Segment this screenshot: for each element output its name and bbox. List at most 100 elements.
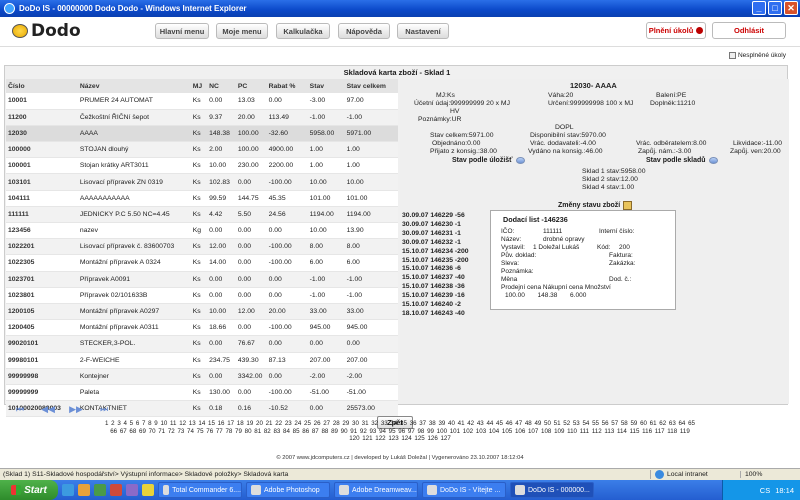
table-cell: -1.00 <box>307 271 345 288</box>
table-row[interactable]: 104111 AAAAAAAAAAA Ks 99.59 144.75 45.35 101.0… <box>6 190 398 207</box>
first-page-button[interactable]: ⏮ <box>13 404 27 414</box>
column-header[interactable]: Rabat % <box>266 79 308 93</box>
zmena-item[interactable]: 30.09.07 146231 -1 <box>402 230 469 239</box>
taskbar-item-photoshop[interactable]: Adobe Photoshop <box>246 482 330 498</box>
start-button[interactable]: Start <box>0 480 58 500</box>
table-row[interactable]: 1022201 Lisovací přípravek č. 83600703 Ks 1… <box>6 238 398 256</box>
table-row[interactable]: 103101 Lisovací přípravek ZN 0319 Ks 102.83… <box>6 173 398 191</box>
unfinished-tasks-link[interactable]: Nesplněné úkoly <box>728 52 786 59</box>
table-cell: -100.00 <box>266 384 308 402</box>
table-cell: 104111 <box>6 190 78 207</box>
detail-likvidace: Likvidace:-11.00 <box>733 140 782 147</box>
table-cell: -100.00 <box>266 319 308 337</box>
last-page-button[interactable]: ⏭ <box>97 404 111 414</box>
zmena-item[interactable]: 15.10.07 146239 -16 <box>402 292 469 301</box>
menu-nastaveni[interactable]: Nastavení <box>397 23 449 39</box>
column-header[interactable]: Stav <box>307 79 345 93</box>
menu-napoveda[interactable]: Nápověda <box>338 23 390 39</box>
zmena-item[interactable]: 30.09.07 146230 -1 <box>402 221 469 230</box>
zmena-item[interactable]: 30.09.07 146229 -56 <box>402 212 469 221</box>
taskbar-item-dodo-vitejte[interactable]: DoDo IS - Vítejte ... <box>422 482 506 498</box>
zmena-item[interactable]: 15.10.07 146238 -36 <box>402 283 469 292</box>
zmena-item[interactable]: 15.10.07 146237 -40 <box>402 274 469 283</box>
explorer-quicklaunch-icon[interactable] <box>78 484 90 496</box>
table-row[interactable]: 10001 PRUMER 24 AUTOMAT Ks 0.00 13.03 0.00 -3.… <box>6 93 398 110</box>
menu-moje[interactable]: Moje menu <box>216 23 268 39</box>
table-row[interactable]: 99999998 Kontejner Ks 0.00 3342.00 0.00 -2.00-… <box>6 368 398 385</box>
table-row[interactable]: 1022305 Montážní přípravek A 0324 Ks 14.00 0… <box>6 254 398 272</box>
column-header[interactable]: Stav celkem <box>344 79 398 93</box>
table-row[interactable]: 123456 nazev Kg 0.00 0.00 0.00 10.00 13.90 <box>6 222 398 240</box>
table-cell: -51.00 <box>307 384 345 402</box>
table-cell: Přípravek 02/101633B <box>77 287 191 304</box>
dl-faktura-label: Faktura: <box>609 252 633 259</box>
zone-indicator: Local intranet <box>650 470 740 479</box>
table-cell: PRUMER 24 AUTOMAT <box>77 93 191 110</box>
ie-quicklaunch-icon[interactable] <box>62 484 74 496</box>
table-row[interactable]: 99020101 STECKER,3-POL. Ks 0.00 76.67 0.00 0.0… <box>6 335 398 353</box>
detail-poznamky: Poznámky:UR <box>418 116 462 123</box>
table-cell: 0.00 <box>235 287 267 304</box>
table-row[interactable]: 100000 STOJAN dlouhý Ks 2.00 100.00 4900.00 1.… <box>6 141 398 159</box>
language-indicator[interactable]: CS <box>760 486 770 495</box>
app-quicklaunch-icon[interactable] <box>142 484 154 496</box>
taskbar-item-dodo-active[interactable]: DoDo IS - 000000... <box>510 482 594 498</box>
zmena-item[interactable]: 15.10.07 146240 -2 <box>402 301 469 310</box>
window-titlebar: DoDo IS - 00000000 Dodo Dodo - Windows I… <box>0 0 800 17</box>
zmeny-header[interactable]: Změny stavu zboží <box>558 201 633 210</box>
table-row[interactable]: 100001 Stojan krátky ART3011 Ks 10.00 230.00… <box>6 157 398 175</box>
zmena-item[interactable]: 15.10.07 146234 -200 <box>402 248 469 257</box>
app-quicklaunch-icon[interactable] <box>126 484 138 496</box>
page-numbers[interactable]: 1 2 3 4 5 6 7 8 9 10 11 12 13 14 15 16 1… <box>105 420 695 443</box>
taskbar-item-dreamweaver[interactable]: Adobe Dreamweav... <box>334 482 418 498</box>
table-row[interactable]: 12030 AAAA Ks 148.38 100.00 -32.60 5958.00 5971… <box>6 125 398 143</box>
column-header[interactable]: MJ <box>190 79 208 93</box>
table-row[interactable]: 1023801 Přípravek 02/101633B Ks 0.00 0.00 0.0… <box>6 287 398 304</box>
table-cell: 123456 <box>6 222 78 240</box>
unfinished-label: Nesplněné úkoly <box>737 52 786 59</box>
stav-ulozist-label: Stav podle úložišť <box>452 157 513 164</box>
column-header[interactable]: Číslo <box>6 79 78 93</box>
tasks-button[interactable]: Plnění úkolů <box>646 22 706 39</box>
column-header[interactable]: Název <box>77 79 191 93</box>
table-cell: 9.37 <box>207 109 236 126</box>
detail-stav-celkem: Stav celkem:5971.00 <box>430 132 494 139</box>
menu-hlavni[interactable]: Hlavní menu <box>155 23 209 39</box>
table-cell: STECKER,3-POL. <box>77 335 191 353</box>
zoom-control[interactable]: 100% <box>740 471 800 478</box>
table-row[interactable]: 99980101 2-F-WEICHE Ks 234.75 439.30 87.13 207… <box>6 352 398 369</box>
table-cell: 6.00 <box>307 254 345 272</box>
app-quicklaunch-icon[interactable] <box>94 484 106 496</box>
table-cell: 14.00 <box>207 254 236 272</box>
table-cell: 111111 <box>6 206 78 224</box>
table-cell: 103101 <box>6 173 78 191</box>
close-button[interactable]: ✕ <box>784 1 798 15</box>
menu-kalkulacka[interactable]: Kalkulačka <box>276 23 330 39</box>
zmena-item[interactable]: 30.09.07 146232 -1 <box>402 239 469 248</box>
table-cell: 33.00 <box>307 303 345 321</box>
minimize-button[interactable]: _ <box>752 1 766 15</box>
table-row[interactable]: 1200405 Montážní přípravek A0311 Ks 18.66 0.… <box>6 319 398 337</box>
table-row[interactable]: 111111 JEDNICKY P.C 5.50 NC=4.45 Ks 4.42 5.5… <box>6 206 398 224</box>
table-row[interactable]: 99999999 Paleta Ks 130.00 0.00 -100.00 -51.00-… <box>6 384 398 402</box>
table-cell: -10.52 <box>266 400 308 418</box>
prev-page-button[interactable]: ◀◀ <box>41 404 55 414</box>
app-icon <box>515 485 525 495</box>
zmena-item[interactable]: 15.10.07 146235 -200 <box>402 257 469 266</box>
table-cell: 1.00 <box>344 157 398 175</box>
detail-dopl: DOPL <box>555 124 574 131</box>
column-header[interactable]: PC <box>235 79 267 93</box>
zmena-item[interactable]: 15.10.07 146236 -6 <box>402 265 469 274</box>
table-row[interactable]: 1200105 Montážní přípravek A0297 Ks 10.00 12… <box>6 303 398 321</box>
taskbar-item-totalcmd[interactable]: Total Commander 6.... <box>158 482 242 498</box>
stav-sklady-toggle[interactable]: Stav podle skladů <box>646 157 718 164</box>
app-quicklaunch-icon[interactable] <box>110 484 122 496</box>
zmena-item[interactable]: 18.10.07 146243 -40 <box>402 310 469 319</box>
maximize-button[interactable]: □ <box>768 1 782 15</box>
logout-button[interactable]: Odhlásit <box>712 22 786 39</box>
next-page-button[interactable]: ▶▶ <box>69 404 83 414</box>
column-header[interactable]: NC <box>207 79 236 93</box>
stav-ulozist-toggle[interactable]: Stav podle úložišť <box>452 157 525 164</box>
table-row[interactable]: 1023701 Přípravek A0091 Ks 0.00 0.00 0.00 -1.0… <box>6 271 398 288</box>
table-row[interactable]: 11200 Čežkoštní ŘIČNí šepot Ks 9.37 20.00 113… <box>6 109 398 126</box>
